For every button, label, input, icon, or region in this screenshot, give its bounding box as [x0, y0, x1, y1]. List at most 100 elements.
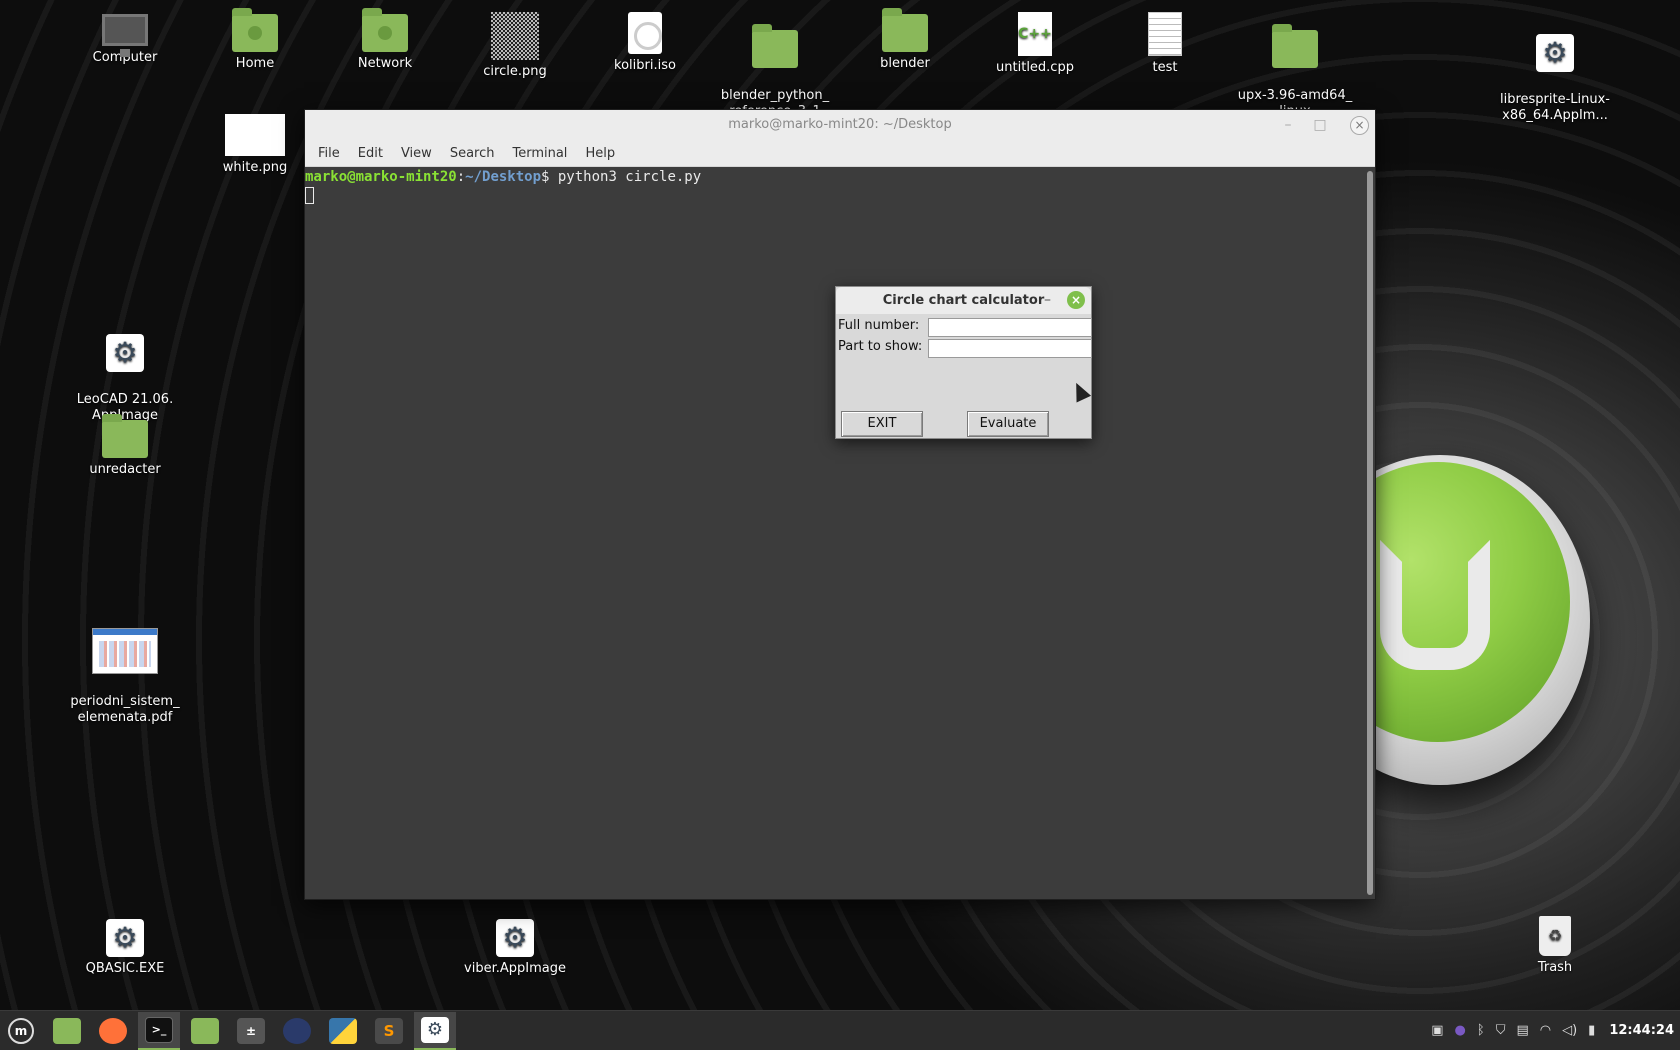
menu-file[interactable]: File: [309, 146, 349, 161]
close-icon[interactable]: ×: [1350, 116, 1369, 135]
disc-image-icon: [628, 12, 662, 54]
battery-icon[interactable]: ▮: [1588, 1023, 1595, 1038]
desktop-icon-test[interactable]: test: [1100, 12, 1230, 76]
desktop-icon-periodni-pdf[interactable]: periodni_sistem_ elemenata.pdf: [60, 612, 190, 726]
camera-icon[interactable]: ▣: [1431, 1023, 1443, 1038]
prompt-path: ~/Desktop: [465, 169, 542, 185]
desktop-icon-unredacter[interactable]: unredacter: [60, 414, 190, 478]
desktop-icon-kolibri-iso[interactable]: kolibri.iso: [580, 12, 710, 74]
terminal-menubar: File Edit View Search Terminal Help: [305, 140, 1375, 167]
exit-button[interactable]: EXIT: [841, 411, 923, 437]
terminal-cursor: [305, 187, 314, 204]
terminal-output[interactable]: marko@marko-mint20:~/Desktop$ python3 ci…: [305, 167, 1375, 899]
evaluate-button[interactable]: Evaluate: [967, 411, 1049, 437]
desktop-icon-untitled-cpp[interactable]: C++ untitled.cpp: [970, 12, 1100, 76]
computer-icon: [102, 14, 148, 57]
wifi-icon[interactable]: ◠: [1540, 1023, 1551, 1038]
cpp-file-icon: C++: [1018, 12, 1052, 56]
terminal-window[interactable]: marko@marko-mint20: ~/Desktop – □ × File…: [304, 109, 1376, 900]
text-document-icon: [1148, 12, 1182, 56]
desktop-icon-label: Trash: [1537, 960, 1573, 975]
desktop-icon-label: periodni_sistem_ elemenata.pdf: [70, 694, 180, 725]
desktop-icon-label: white.png: [222, 160, 288, 175]
desktop-icon-label: blender: [880, 56, 930, 71]
desktop-icon-label: Network: [357, 56, 413, 71]
gear-icon: ⚙: [106, 334, 144, 372]
desktop-icon-computer[interactable]: Computer: [60, 14, 190, 66]
trash-icon: ♻: [1539, 916, 1571, 956]
part-to-show-input[interactable]: [928, 339, 1092, 358]
start-menu-button[interactable]: m: [0, 1012, 42, 1050]
viber-icon[interactable]: ●: [1455, 1023, 1466, 1038]
desktop-icon-label: circle.png: [483, 64, 547, 79]
calculator-icon: ±: [237, 1017, 265, 1044]
terminal-titlebar[interactable]: marko@marko-mint20: ~/Desktop – □ ×: [305, 110, 1375, 140]
app-icon: [283, 1017, 311, 1044]
prompt-user: marko@marko-mint20: [305, 169, 457, 185]
desktop-icon-libresprite[interactable]: ⚙ libresprite-Linux- x86_64.AppIm...: [1490, 18, 1620, 124]
desktop-icon-leocad[interactable]: ⚙ LeoCAD 21.06. AppImage: [60, 318, 190, 424]
prompt-line: marko@marko-mint20:~/Desktop$ python3 ci…: [305, 167, 1375, 186]
gear-icon: ⚙: [106, 919, 144, 957]
taskbar-calculator[interactable]: ±: [230, 1012, 272, 1050]
menu-edit[interactable]: Edit: [349, 146, 392, 161]
desktop-icon-viber[interactable]: ⚙ viber.AppImage: [450, 919, 580, 977]
prompt-command: python3 circle.py: [557, 169, 702, 185]
menu-terminal[interactable]: Terminal: [503, 146, 576, 161]
volume-icon[interactable]: ◁): [1562, 1023, 1577, 1038]
mint-menu-icon: m: [8, 1017, 34, 1044]
desktop-icon-home[interactable]: Home: [190, 8, 320, 72]
desktop-icon: [53, 1017, 81, 1044]
image-thumbnail-icon: [225, 114, 285, 156]
shield-icon[interactable]: ⛉: [1496, 1023, 1506, 1038]
taskbar-files[interactable]: [184, 1012, 226, 1050]
menu-view[interactable]: View: [392, 146, 441, 161]
taskbar-firefox[interactable]: [92, 1012, 134, 1050]
minimize-icon[interactable]: –: [1275, 110, 1301, 140]
menu-help[interactable]: Help: [576, 146, 624, 161]
desktop-icon-white-png[interactable]: white.png: [190, 114, 320, 176]
wallpaper-mint-m: [1380, 540, 1490, 670]
desktop-icon-qbasic[interactable]: ⚙ QBASIC.EXE: [60, 919, 190, 977]
desktop-icon-trash[interactable]: ♻ Trash: [1490, 916, 1620, 976]
terminal-icon: >_: [145, 1016, 173, 1043]
show-desktop-button[interactable]: [46, 1012, 88, 1050]
gear-icon: ⚙: [1536, 34, 1574, 72]
clock[interactable]: 12:44:24: [1609, 1023, 1674, 1038]
full-number-label: Full number:: [838, 318, 920, 333]
python-icon: [329, 1017, 357, 1044]
firefox-icon: [99, 1017, 127, 1044]
pdf-thumbnail-icon: [92, 628, 158, 674]
maximize-icon[interactable]: □: [1307, 110, 1333, 140]
taskbar-settings-app[interactable]: ⚙: [414, 1011, 456, 1050]
window-title: marko@marko-mint20: ~/Desktop: [728, 117, 952, 132]
desktop-icon-label: kolibri.iso: [614, 58, 676, 73]
sublime-text-icon: S: [375, 1017, 403, 1044]
taskbar: m >_ ± S ⚙ ▣ ● ᛒ ⛉ ▤ ◠ ◁) ▮ 12:44:24: [0, 1010, 1680, 1050]
full-number-input[interactable]: [928, 318, 1092, 337]
minimize-icon[interactable]: –: [1044, 287, 1051, 314]
gear-icon: ⚙: [496, 919, 534, 957]
terminal-scrollbar[interactable]: [1367, 171, 1373, 895]
desktop-icon-circle-png[interactable]: circle.png: [450, 12, 580, 80]
image-thumbnail-icon: [491, 12, 539, 60]
close-icon[interactable]: ×: [1067, 291, 1085, 309]
folder-icon: [1272, 24, 1318, 68]
desktop-icon-upx[interactable]: upx-3.96-amd64_ linux: [1230, 14, 1360, 120]
gear-icon: ⚙: [421, 1016, 449, 1043]
circle-calculator-dialog[interactable]: Circle chart calculator – × Full number:…: [835, 286, 1092, 439]
desktop-icon-blender[interactable]: blender: [840, 8, 970, 72]
dialog-titlebar[interactable]: Circle chart calculator – ×: [836, 287, 1091, 314]
bluetooth-icon[interactable]: ᛒ: [1477, 1023, 1485, 1038]
taskbar-app[interactable]: [276, 1012, 318, 1050]
menu-search[interactable]: Search: [441, 146, 504, 161]
taskbar-terminal[interactable]: >_: [138, 1011, 180, 1050]
desktop-icon-blender-python-reference[interactable]: blender_python_ reference_3_1: [710, 14, 840, 120]
taskbar-python[interactable]: [322, 1012, 364, 1050]
taskbar-sublime[interactable]: S: [368, 1012, 410, 1050]
keyboard-layout-icon[interactable]: ▤: [1516, 1023, 1528, 1038]
part-to-show-label: Part to show:: [838, 339, 923, 354]
desktop-icon-network[interactable]: Network: [320, 8, 450, 72]
prompt-dollar: $: [541, 169, 558, 185]
desktop-icon-label: LeoCAD 21.06. AppImage: [76, 392, 174, 423]
